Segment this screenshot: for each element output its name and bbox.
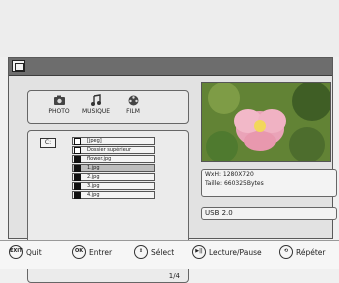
image-preview [201, 82, 331, 162]
file-list: [jpeg] Dossier supérieur flower.jpg 1.jp… [72, 137, 155, 200]
list-item[interactable]: 3.jpg [72, 182, 155, 190]
media-type-tabs: PHOTO MUSIQUE FILM [27, 90, 189, 124]
image-filesize: Taille: 660325Bytes [205, 180, 264, 187]
list-item-selected[interactable]: 1.jpg [72, 164, 155, 172]
tab-film[interactable]: FILM [113, 94, 153, 116]
hint-repeat[interactable]: ⟲ Répéter [279, 245, 326, 259]
usb-status: USB 2.0 [201, 207, 337, 220]
list-item[interactable]: flower.jpg [72, 155, 155, 163]
repeat-icon: ⟲ [279, 245, 293, 259]
list-item[interactable]: [jpeg] [72, 137, 155, 145]
file-checkbox-icon [74, 192, 81, 199]
media-browser-window: PHOTO MUSIQUE FILM C: [jpeg] Dossier sup… [8, 57, 337, 283]
page-indicator: 1/4 [168, 272, 180, 280]
file-checkbox-icon [74, 174, 81, 181]
title-bar [9, 58, 332, 76]
music-icon [90, 94, 101, 106]
camera-icon [53, 95, 65, 105]
folder-up-icon [74, 147, 81, 154]
up-down-arrows-icon: ⇕ [134, 245, 148, 259]
ok-button-icon: OK [72, 245, 86, 259]
tab-photo[interactable]: PHOTO [39, 94, 79, 116]
control-hints-bar: EXIT Quit OK Entrer ⇕ Sélect ▶|| Lecture… [0, 240, 339, 269]
tab-music-label: MUSIQUE [81, 108, 111, 115]
folder-icon [74, 138, 81, 145]
tab-film-label: FILM [126, 108, 140, 115]
drive-selector[interactable]: C: [40, 138, 56, 148]
file-checkbox-icon [74, 156, 81, 163]
list-item[interactable]: 4.jpg [72, 191, 155, 199]
hint-select[interactable]: ⇕ Sélect [134, 245, 174, 259]
image-info-panel: WxH: 1280X720 Taille: 660325Bytes [201, 169, 337, 197]
hint-quit[interactable]: EXIT Quit [9, 245, 42, 259]
hint-enter[interactable]: OK Entrer [72, 245, 112, 259]
hint-play-pause[interactable]: ▶|| Lecture/Pause [192, 245, 262, 259]
list-item[interactable]: 2.jpg [72, 173, 155, 181]
tab-photo-label: PHOTO [48, 108, 70, 115]
photo-frame-icon [12, 60, 25, 72]
exit-button-icon: EXIT [9, 245, 23, 259]
file-checkbox-icon [74, 183, 81, 190]
play-pause-icon: ▶|| [192, 245, 206, 259]
flower-image [202, 83, 330, 161]
file-checkbox-icon [74, 165, 81, 172]
image-dimensions: WxH: 1280X720 [205, 171, 254, 178]
top-area [0, 0, 339, 57]
film-icon [128, 95, 138, 106]
list-item[interactable]: Dossier supérieur [72, 146, 155, 154]
tab-music[interactable]: MUSIQUE [76, 94, 116, 116]
